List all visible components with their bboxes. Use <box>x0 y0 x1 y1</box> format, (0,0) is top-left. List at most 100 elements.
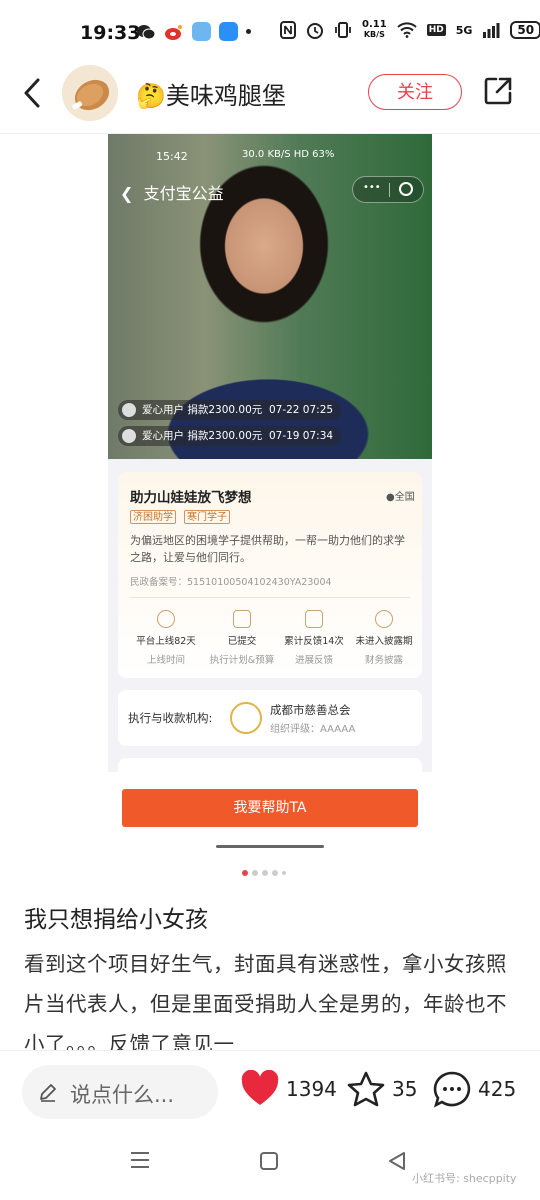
stat-value: 平台上线82天 <box>136 636 196 647</box>
stat-label: 进展反馈 <box>294 655 333 666</box>
charity-logo-icon <box>230 702 262 734</box>
embedded-status-time: 15:42 <box>156 150 188 163</box>
status-system-icons: 0.11 KB/S HD 5G 50 <box>280 20 540 40</box>
post-body: 看到这个项目好生气，封面具有迷惑性，拿小女孩照片当代表人，但是里面受捐助人全是男… <box>24 952 507 1050</box>
project-tag: 济困助学 <box>130 510 176 524</box>
menu-nav-icon[interactable] <box>128 1150 152 1170</box>
alarm-icon <box>307 23 323 39</box>
embedded-nav: ❮ 支付宝公益 <box>120 180 224 204</box>
user-avatar-icon <box>122 403 136 417</box>
net-speed-unit: KB/S <box>363 30 385 39</box>
weather-app-icon <box>192 22 211 41</box>
signal-icon <box>483 23 500 38</box>
project-card: 助力山娃娃放飞梦想 ●全国 济困助学 寒门学子 为偏远地区的困境学子提供帮助，一… <box>118 472 422 678</box>
carousel-dot <box>282 871 286 875</box>
carousel-dot <box>262 870 268 876</box>
comment-count: 425 <box>478 1077 517 1101</box>
help-button: 我要帮助TA <box>122 789 418 827</box>
like-count: 1394 <box>286 1077 337 1101</box>
next-card <box>118 758 422 772</box>
org-name: 成都市慈善总会 <box>270 703 351 717</box>
post-title: 我只想捐给小女孩 <box>24 907 208 933</box>
chat-app-icon <box>137 24 156 39</box>
star-icon <box>347 1071 385 1107</box>
comment-button[interactable]: 425 <box>432 1070 516 1108</box>
embedded-home-indicator <box>216 845 324 848</box>
more-dots-icon: ••• <box>363 182 381 193</box>
comment-placeholder: 说点什么... <box>70 1083 175 1107</box>
watermark: 小红书号: shecppity <box>412 1172 517 1185</box>
stat-finance: 未进入披露期 财务披露 <box>346 610 422 666</box>
stat-label: 执行计划&预算 <box>209 655 275 666</box>
follow-button[interactable]: 关注 <box>368 74 462 110</box>
like-button[interactable]: 1394 <box>240 1070 337 1108</box>
donor-time: 07-22 07:25 <box>268 404 334 416</box>
location-text: 全国 <box>394 492 415 503</box>
back-arrow-icon[interactable] <box>18 74 50 112</box>
project-title: 助力山娃娃放飞梦想 <box>130 490 252 506</box>
post-image[interactable]: 15:42 30.0 KB/S HD 63% ❮ 支付宝公益 ••• 爱心用户 … <box>108 134 432 772</box>
nfc-icon <box>280 21 296 39</box>
weibo-app-icon <box>165 24 182 40</box>
card-divider <box>130 597 410 598</box>
more-dot-icon <box>246 29 251 34</box>
carousel-dot-active <box>242 870 248 876</box>
drumstick-icon <box>62 65 118 121</box>
back-nav-icon[interactable] <box>386 1150 408 1172</box>
location-pin-icon: ● <box>386 492 395 503</box>
close-target-icon <box>399 182 413 196</box>
wifi-icon <box>396 22 417 38</box>
vibrate-icon <box>335 22 351 38</box>
browser-app-icon <box>219 22 238 41</box>
status-time: 19:33 <box>80 22 141 44</box>
hd-icon: HD <box>426 24 446 36</box>
carousel-dot <box>252 870 258 876</box>
donor-ticker-item: 爱心用户 捐款2300.00元 07-19 07:34 <box>118 426 342 446</box>
donor-time: 07-19 07:34 <box>268 430 334 442</box>
thinking-emoji: 🤔 <box>136 82 166 110</box>
comment-input[interactable]: 说点什么... <box>22 1065 218 1119</box>
embedded-back-icon: ❮ <box>120 184 134 203</box>
net-speed: 0.11 KB/S <box>362 20 387 40</box>
project-description: 为偏远地区的困境学子提供帮助，一帮一助力他们的求学之路，让爱与他们同行。 <box>130 534 405 564</box>
registration-number: 民政备案号：51510100504102430YA23004 <box>130 577 332 588</box>
heart-icon <box>241 1070 279 1105</box>
stat-value: 累计反馈14次 <box>284 636 344 647</box>
executor-card: 执行与收款机构: 成都市慈善总会 组织评级：AAAAA <box>118 690 422 746</box>
carousel-dot <box>272 870 278 876</box>
donor-text: 爱心用户 捐款2300.00元 <box>142 404 263 416</box>
bottom-divider <box>0 1050 540 1051</box>
status-bar: 19:33 0.11 KB/S HD 5G 50 <box>0 0 540 66</box>
home-nav-icon[interactable] <box>258 1150 280 1172</box>
executor-label: 执行与收款机构: <box>128 711 213 725</box>
author-avatar[interactable] <box>62 65 118 121</box>
embedded-capsule-menu: ••• <box>352 176 424 203</box>
donor-text: 爱心用户 捐款2300.00元 <box>142 430 263 442</box>
stat-value: 已提交 <box>227 636 257 647</box>
stat-plan: 已提交 执行计划&预算 <box>204 610 280 666</box>
author-name[interactable]: 🤔美味鸡腿堡 <box>136 76 286 111</box>
network-type: 5G <box>455 23 473 37</box>
donor-ticker-item: 爱心用户 捐款2300.00元 07-22 07:25 <box>118 400 342 420</box>
favorite-button[interactable]: 35 <box>346 1070 417 1108</box>
project-tag: 寒门学子 <box>184 510 230 524</box>
stat-label: 财务披露 <box>364 655 403 666</box>
battery-indicator: 50 <box>510 21 540 39</box>
favorite-count: 35 <box>392 1077 418 1101</box>
edit-note-icon <box>305 610 323 628</box>
stat-feedback: 累计反馈14次 进展反馈 <box>276 610 352 666</box>
stat-value: 未进入披露期 <box>355 636 413 647</box>
clock-icon <box>157 610 175 628</box>
pencil-icon <box>40 1084 56 1102</box>
org-rating: 组织评级：AAAAA <box>270 724 356 735</box>
net-speed-value: 0.11 <box>362 19 387 30</box>
embedded-status-icons: 30.0 KB/S HD 63% <box>242 149 335 160</box>
stat-online: 平台上线82天 上线时间 <box>128 610 204 666</box>
stat-label: 上线时间 <box>146 655 185 666</box>
status-app-icons <box>136 22 251 41</box>
share-icon[interactable] <box>482 75 514 107</box>
capsule-divider <box>389 183 390 197</box>
user-avatar-icon <box>122 429 136 443</box>
carousel-dots <box>242 870 286 876</box>
yen-icon <box>375 610 393 628</box>
